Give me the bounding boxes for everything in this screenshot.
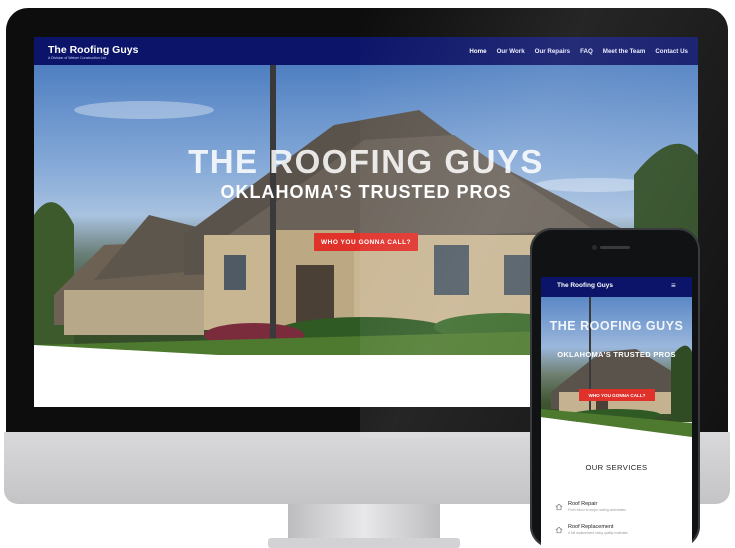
mobile-hero: THE ROOFING GUYS OKLAHOMA’S TRUSTED PROS… (541, 297, 692, 422)
service-item-roof-replacement[interactable]: Roof Replacement A full replacement usin… (555, 524, 628, 535)
nav-our-repairs[interactable]: Our Repairs (535, 48, 570, 55)
service-title: Roof Repair (568, 501, 598, 507)
service-description: From minor to major roofing undertaken (568, 508, 627, 512)
nav-our-work[interactable]: Our Work (497, 48, 525, 55)
nav-home[interactable]: Home (469, 48, 486, 55)
hamburger-icon[interactable]: ≡ (671, 281, 676, 290)
imac-stand-base (268, 538, 460, 548)
main-nav: Home Our Work Our Repairs FAQ Meet the T… (469, 37, 688, 65)
service-title: Roof Replacement (568, 524, 614, 530)
service-description: A full replacement using quality materia… (568, 531, 628, 535)
mobile-section-divider (541, 409, 692, 439)
house-icon (555, 503, 563, 511)
phone-speaker (600, 246, 630, 249)
hero-subtitle: OKLAHOMA’S TRUSTED PROS (220, 182, 512, 202)
nav-meet-the-team[interactable]: Meet the Team (603, 48, 646, 55)
cta-button[interactable]: WHO YOU GONNA CALL? (314, 233, 418, 251)
mobile-website: The Roofing Guys ≡ THE ROOFING GUYS OKLA… (541, 277, 692, 548)
camera-icon (592, 245, 597, 250)
services-heading: OUR SERVICES (585, 463, 648, 472)
mobile-hero-subtitle: OKLAHOMA’S TRUSTED PROS (557, 350, 676, 359)
service-item-roof-repair[interactable]: Roof Repair From minor to major roofing … (555, 501, 626, 512)
site-logo-tagline: A Division of Weiser Construction Ltd. (48, 56, 107, 60)
mobile-header: The Roofing Guys ≡ (541, 277, 692, 297)
mobile-cta-button[interactable]: WHO YOU GONNA CALL? (579, 389, 655, 401)
site-logo[interactable]: The Roofing Guys (48, 44, 138, 56)
nav-faq[interactable]: FAQ (580, 48, 593, 55)
mobile-logo[interactable]: The Roofing Guys (557, 282, 613, 289)
mobile-hero-title: THE ROOFING GUYS (549, 319, 684, 333)
site-header: The Roofing Guys A Division of Weiser Co… (34, 37, 698, 65)
house-icon (555, 526, 563, 534)
imac-stand (288, 504, 440, 540)
hero-title: THE ROOFING GUYS (188, 143, 544, 180)
nav-contact-us[interactable]: Contact Us (655, 48, 688, 55)
